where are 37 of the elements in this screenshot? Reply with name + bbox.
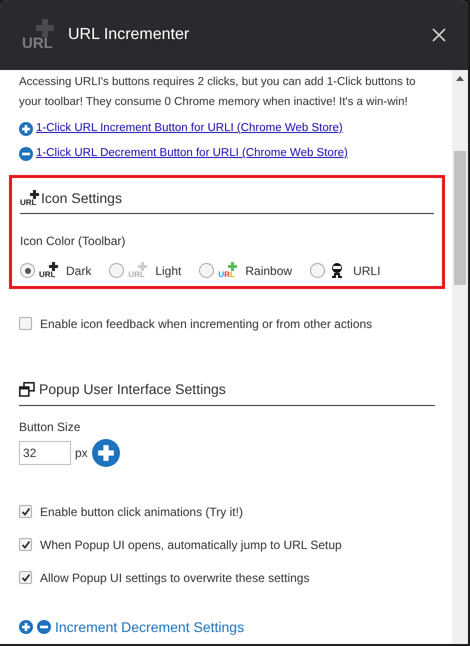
- unit-label: px: [75, 444, 88, 462]
- checkbox-label: Enable icon feedback when incrementing or from other actions: [40, 316, 372, 332]
- radio-label: URLI: [353, 262, 380, 280]
- size-input[interactable]: 32: [19, 440, 71, 464]
- intro-text: Accessing URLI's buttons requires 2 clicks, but you can add 1-Click buttons to your toolbar! They consume 0 Chrome memory when inactive! It's a win-win!: [19, 75, 417, 110]
- radio-label: Dark: [66, 262, 92, 280]
- radio-label: Light: [155, 262, 182, 280]
- store-link[interactable]: 1-Click URL Increment Button for URLI (Chrome Web Store): [36, 120, 343, 138]
- store-link[interactable]: 1-Click URL Decrement Button for URLI (Chrome Web Store): [36, 145, 348, 162]
- checkbox-label: When Popup UI opens, automatically jump to URL Setup: [40, 536, 342, 554]
- url-plus-logo: URL: [22, 19, 58, 51]
- close-icon[interactable]: [432, 28, 446, 42]
- section-heading: Popup User Interface Settings: [39, 380, 226, 399]
- checkbox[interactable]: [19, 505, 32, 518]
- radio-label: Rainbow: [245, 262, 292, 280]
- checkbox-label: Enable button click animations (Try it!): [40, 504, 243, 520]
- plus-circle-icon: [19, 620, 33, 634]
- dialog-title: URL Incrementer: [68, 25, 190, 45]
- scrollbar-thumb[interactable]: [454, 151, 466, 285]
- section-heading: Icon Settings: [41, 188, 122, 208]
- field-label: Button Size: [19, 418, 82, 436]
- checkbox[interactable]: [19, 571, 32, 584]
- checkbox[interactable]: [19, 317, 32, 330]
- field-label: Icon Color (Toolbar): [20, 232, 126, 250]
- windows-icon: [19, 382, 35, 396]
- plus-circle-icon: [92, 438, 120, 466]
- radio-button[interactable]: [310, 263, 326, 278]
- section-link[interactable]: Increment Decrement Settings: [55, 616, 244, 638]
- minus-circle-icon: [19, 146, 33, 161]
- radio-button[interactable]: [199, 263, 214, 278]
- radio-button[interactable]: [109, 263, 124, 278]
- scroll-up-arrow-icon[interactable]: [456, 76, 464, 81]
- plus-circle-icon: [19, 122, 33, 136]
- radio-button[interactable]: [20, 263, 35, 278]
- minus-circle-icon: [37, 620, 51, 634]
- checkbox-label: Allow Popup UI settings to overwrite these settings: [40, 570, 310, 586]
- checkbox[interactable]: [19, 538, 32, 551]
